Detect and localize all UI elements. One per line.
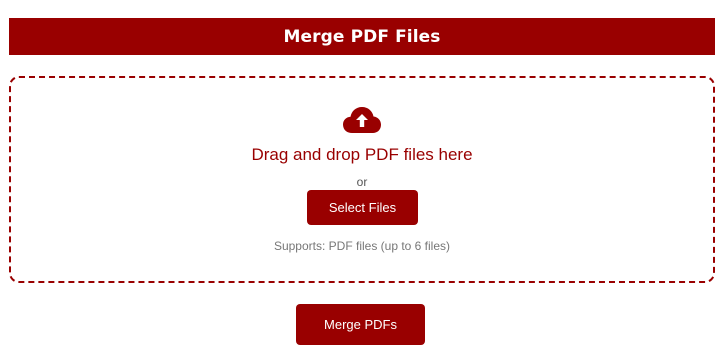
drag-drop-instruction: Drag and drop PDF files here — [251, 145, 473, 164]
page-header: Merge PDF Files — [9, 18, 715, 55]
supported-files-note: Supports: PDF files (up to 6 files) — [273, 239, 451, 253]
merge-pdf-app: Merge PDF Files Drag and drop PDF files … — [0, 0, 728, 358]
page-title: Merge PDF Files — [283, 26, 441, 47]
cloud-upload-icon — [342, 105, 382, 135]
merge-pdfs-button[interactable]: Merge PDFs — [296, 304, 425, 345]
select-files-button[interactable]: Select Files — [307, 190, 418, 225]
or-separator: or — [356, 175, 368, 189]
file-drop-zone[interactable]: Drag and drop PDF files here or Select F… — [9, 76, 715, 283]
